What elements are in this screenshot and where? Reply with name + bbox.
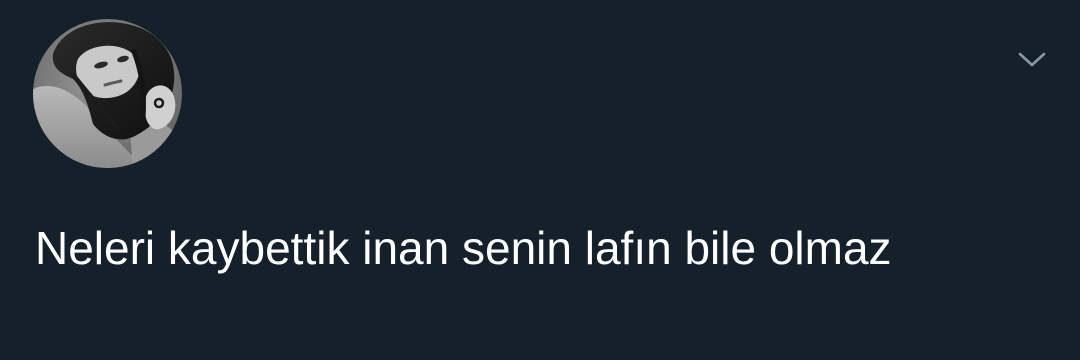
- tweet-card: Neleri kaybettik inan senin lafın bile o…: [0, 0, 1080, 360]
- tweet-menu-button[interactable]: [1014, 44, 1050, 76]
- tweet-text: Neleri kaybettik inan senin lafın bile o…: [35, 222, 892, 274]
- chevron-down-icon: [1018, 52, 1046, 67]
- avatar[interactable]: [33, 19, 182, 168]
- avatar-image: [33, 19, 182, 168]
